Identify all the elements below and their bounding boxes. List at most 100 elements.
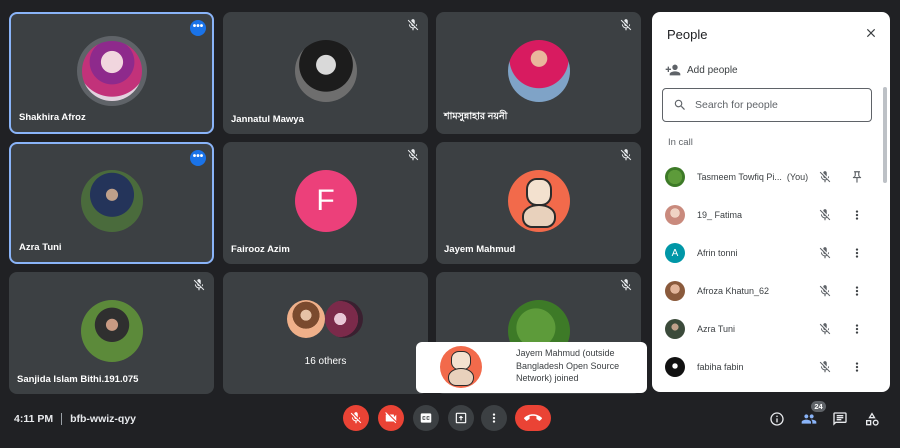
person-name: Azra Tuni	[697, 324, 736, 334]
panel-title: People	[667, 27, 708, 42]
participant-tile[interactable]: Sanjida Islam Bithi.191.075	[9, 272, 214, 394]
more-options-button[interactable]: •••	[190, 150, 206, 166]
add-people-button[interactable]: Add people	[665, 62, 738, 78]
present-button[interactable]	[448, 405, 474, 431]
more-vert-icon	[492, 413, 496, 423]
participant-name: Azra Tuni	[19, 242, 62, 253]
chat-icon[interactable]	[832, 411, 848, 427]
add-people-label: Add people	[687, 64, 738, 76]
search-icon	[674, 99, 685, 110]
person-avatar	[665, 319, 685, 339]
participant-tile[interactable]: ••• Shakhira Afroz	[9, 12, 214, 134]
more-vert-icon[interactable]	[850, 208, 864, 222]
person-name: 19_ Fatima	[697, 210, 743, 220]
info-icon[interactable]	[769, 411, 785, 427]
mic-off-icon	[819, 361, 831, 373]
participant-name: Fairooz Azim	[231, 244, 290, 255]
people-panel: People Add people Search for people In c…	[652, 12, 890, 392]
participant-avatar	[287, 300, 325, 338]
more-vert-icon[interactable]	[850, 284, 864, 298]
leave-call-button[interactable]	[515, 405, 551, 431]
clock: 4:11 PM	[14, 413, 54, 425]
pin-icon[interactable]	[850, 170, 864, 184]
participant-name: Sanjida Islam Bithi.191.075	[17, 374, 139, 385]
person-name: fabiha fabin	[697, 362, 744, 372]
participant-tile[interactable]: ••• Azra Tuni	[9, 142, 214, 264]
captions-icon	[420, 413, 432, 423]
camera-off-icon	[385, 412, 397, 424]
participant-avatar	[294, 39, 357, 102]
more-options-button[interactable]	[481, 405, 507, 431]
person-avatar	[665, 205, 685, 225]
mic-off-icon	[819, 323, 831, 335]
person-avatar	[665, 357, 685, 377]
hang-up-icon	[524, 414, 542, 421]
person-name: Afrin tonni	[697, 248, 738, 258]
scrollbar[interactable]	[883, 87, 887, 183]
list-item[interactable]	[652, 386, 882, 392]
in-call-heading: In call	[668, 137, 693, 148]
meeting-code: bfb-wwiz-qyy	[70, 413, 137, 425]
add-person-icon	[665, 64, 681, 76]
participant-avatar	[76, 35, 147, 106]
people-list: Tasmeem Towfiq Pi... (You) 19_ Fatima A …	[652, 158, 882, 392]
list-item[interactable]: 19_ Fatima	[652, 196, 882, 234]
list-item[interactable]: A Afrin tonni	[652, 234, 882, 272]
search-placeholder: Search for people	[695, 99, 778, 111]
participant-avatar	[80, 299, 143, 362]
mic-off-icon	[819, 209, 831, 221]
mic-off-icon	[407, 19, 419, 31]
list-item[interactable]: fabiha fabin	[652, 348, 882, 386]
mic-off-icon	[407, 149, 419, 161]
participant-avatar: F	[294, 169, 357, 232]
mic-off-icon	[620, 19, 632, 31]
activities-icon[interactable]	[864, 411, 880, 427]
others-tile[interactable]: 16 others	[223, 272, 428, 394]
notification-text: Jayem Mahmud (outside Bangladesh Open So…	[516, 348, 620, 383]
more-vert-icon[interactable]	[850, 360, 864, 374]
participant-tile[interactable]: শামসুন্নাহার নয়নী	[436, 12, 641, 134]
participant-count-badge: 24	[811, 401, 826, 412]
mic-off-icon	[620, 149, 632, 161]
mic-off-icon	[819, 171, 831, 183]
search-input[interactable]: Search for people	[662, 88, 872, 122]
person-name: Afroza Khatun_62	[697, 286, 770, 296]
person-avatar	[665, 167, 685, 187]
divider	[61, 413, 63, 425]
participant-tile[interactable]: Jayem Mahmud	[436, 142, 641, 264]
participant-name: Jayem Mahmud	[444, 244, 516, 255]
mic-off-icon	[819, 285, 831, 297]
participant-avatar	[507, 169, 570, 232]
participant-avatar	[507, 39, 570, 102]
camera-toggle-button[interactable]	[378, 405, 404, 431]
people-icon[interactable]	[801, 411, 817, 427]
present-screen-icon	[455, 412, 467, 424]
person-avatar	[665, 281, 685, 301]
more-vert-icon[interactable]	[850, 246, 864, 260]
more-vert-icon[interactable]	[850, 322, 864, 336]
participant-tile[interactable]: F Fairooz Azim	[223, 142, 428, 264]
more-options-button[interactable]: •••	[190, 20, 206, 36]
list-item[interactable]: Afroza Khatun_62	[652, 272, 882, 310]
participant-avatar	[325, 300, 363, 338]
participant-tile[interactable]: Jannatul Mawya	[223, 12, 428, 134]
mic-off-icon	[620, 279, 632, 291]
person-name: Tasmeem Towfiq Pi...	[697, 172, 782, 182]
mic-off-icon	[350, 412, 362, 424]
person-avatar: A	[665, 243, 685, 263]
mic-toggle-button[interactable]	[343, 405, 369, 431]
list-item[interactable]: Azra Tuni	[652, 310, 882, 348]
mic-off-icon	[193, 279, 205, 291]
participant-name: শামসুন্নাহার নয়নী	[444, 111, 508, 122]
join-notification: Jayem Mahmud (outside Bangladesh Open So…	[416, 342, 647, 393]
list-item[interactable]: Tasmeem Towfiq Pi... (You)	[652, 158, 882, 196]
close-icon[interactable]	[864, 26, 878, 40]
participant-name: Jannatul Mawya	[231, 114, 304, 125]
you-label: (You)	[786, 172, 809, 182]
captions-button[interactable]	[413, 405, 439, 431]
meeting-info: 4:11 PM bfb-wwiz-qyy	[14, 413, 136, 425]
mic-off-icon	[819, 247, 831, 259]
participant-name: Shakhira Afroz	[19, 112, 86, 123]
person-avatar	[440, 346, 482, 388]
participant-avatar	[80, 169, 143, 232]
